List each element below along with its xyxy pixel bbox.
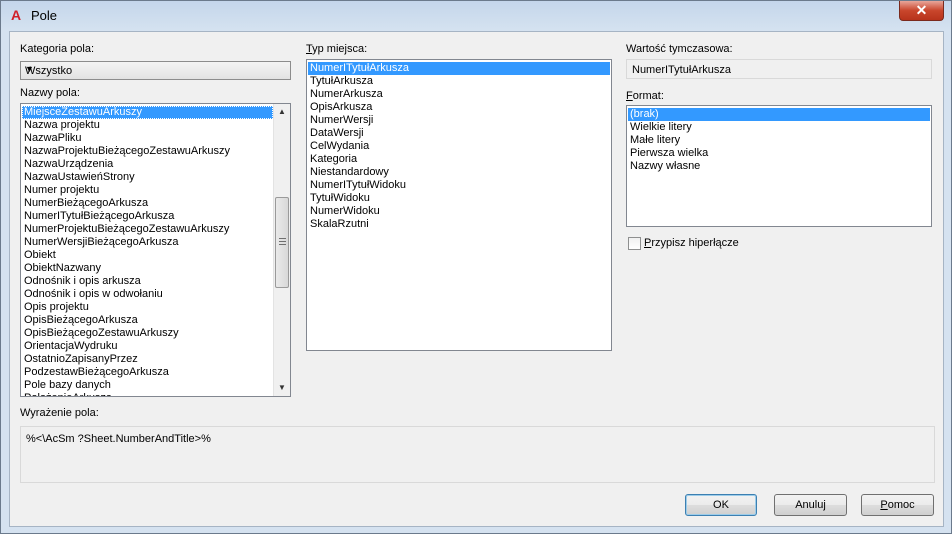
list-item[interactable]: PodzestawBieżącegoArkusza (22, 366, 273, 379)
list-item[interactable]: Odnośnik i opis w odwołaniu (22, 288, 273, 301)
help-button[interactable]: Pomoc (861, 494, 934, 516)
list-item[interactable]: Kategoria (308, 153, 610, 166)
scroll-thumb[interactable] (275, 197, 289, 288)
close-icon: ✕ (915, 2, 928, 18)
hyperlink-label[interactable]: Przypisz hiperłącze (644, 237, 739, 249)
close-button[interactable]: ✕ (899, 1, 944, 21)
list-item[interactable]: Pole bazy danych (22, 379, 273, 392)
list-item[interactable]: ObiektNazwany (22, 262, 273, 275)
autocad-a-icon: A (10, 7, 22, 23)
place-type-list[interactable]: NumerITytułArkusza TytułArkusza NumerArkus… (306, 59, 612, 351)
list-item[interactable]: OpisBieżącegoArkusza (22, 314, 273, 327)
list-item[interactable]: TytułWidoku (308, 192, 610, 205)
list-item[interactable]: NazwaUstawieńStrony (22, 171, 273, 184)
category-select[interactable]: Wszystko ▼ (20, 61, 291, 80)
list-item[interactable]: NumerITytułArkusza (308, 62, 610, 75)
list-item[interactable]: OstatnioZapisanyPrzez (22, 353, 273, 366)
field-names-list[interactable]: MiejsceZestawuArkuszy Nazwa projektu Nazwa… (20, 103, 291, 397)
list-item[interactable]: Odnośnik i opis arkusza (22, 275, 273, 288)
list-item[interactable]: Pierwsza wielka (628, 147, 930, 160)
list-item[interactable]: Wielkie litery (628, 121, 930, 134)
temp-value-text: NumerITytułArkusza (632, 64, 732, 76)
place-type-label: Typ miejsca: (306, 43, 367, 55)
list-item[interactable]: OpisArkusza (308, 101, 610, 114)
list-item[interactable]: NazwaPliku (22, 132, 273, 145)
temp-value-field: NumerITytułArkusza (626, 59, 932, 79)
expression-field[interactable]: %<\AcSm ?Sheet.NumberAndTitle>% (20, 426, 935, 483)
list-item[interactable]: PołożenieArkusza (22, 392, 273, 396)
list-item[interactable]: NumerBieżącegoArkusza (22, 197, 273, 210)
field-names-scrollbar[interactable]: ▲ ▼ (273, 104, 290, 396)
expression-label: Wyrażenie pola: (20, 407, 99, 419)
list-item[interactable]: MiejsceZestawuArkuszy (22, 106, 273, 119)
chevron-down-icon: ▼ (25, 64, 34, 74)
list-item[interactable]: NumerITytułBieżącegoArkusza (22, 210, 273, 223)
list-item[interactable]: OrientacjaWydruku (22, 340, 273, 353)
place-type-label-rest: yp miejsca: (312, 43, 368, 55)
hyperlink-checkbox[interactable] (628, 237, 641, 250)
list-item[interactable]: NumerProjektuBieżącegoZestawuArkuszy (22, 223, 273, 236)
format-label: Format: (626, 90, 664, 102)
field-names-label: Nazwy pola: (20, 87, 80, 99)
window-title: Pole (31, 8, 58, 23)
list-item[interactable]: (brak) (628, 108, 930, 121)
title-bar[interactable]: A Pole ✕ (1, 1, 951, 31)
scroll-up-icon[interactable]: ▲ (274, 104, 290, 120)
hyperlink-label-rest: rzypisz hiperłącze (651, 237, 739, 249)
list-item[interactable]: NumerITytułWidoku (308, 179, 610, 192)
category-label: Kategoria pola: (20, 43, 94, 55)
format-label-initial: F (626, 90, 633, 102)
expression-text: %<\AcSm ?Sheet.NumberAndTitle>% (26, 433, 211, 445)
list-item[interactable]: SkalaRzutni (308, 218, 610, 231)
help-button-rest: omoc (887, 499, 915, 511)
list-item[interactable]: DataWersji (308, 127, 610, 140)
list-item[interactable]: Nazwa projektu (22, 119, 273, 132)
list-item[interactable]: NumerWidoku (308, 205, 610, 218)
format-list[interactable]: (brak) Wielkie litery Małe litery Pierwsza … (626, 105, 932, 227)
temp-value-label: Wartość tymczasowa: (626, 43, 733, 55)
list-item[interactable]: Opis projektu (22, 301, 273, 314)
list-item[interactable]: TytułArkusza (308, 75, 610, 88)
list-item[interactable]: NazwaProjektuBieżącegoZestawuArkuszy (22, 145, 273, 158)
field-dialog: A Pole ✕ Kategoria pola: Wszystko ▼ Nazw… (0, 0, 952, 534)
list-item[interactable]: OpisBieżącegoZestawuArkuszy (22, 327, 273, 340)
list-item[interactable]: NumerArkusza (308, 88, 610, 101)
help-button-initial: P (880, 499, 888, 511)
list-item[interactable]: Małe litery (628, 134, 930, 147)
list-item[interactable]: NumerWersji (308, 114, 610, 127)
list-item[interactable]: Niestandardowy (308, 166, 610, 179)
cancel-button[interactable]: Anuluj (774, 494, 847, 516)
dialog-body: Kategoria pola: Wszystko ▼ Nazwy pola: M… (9, 31, 944, 527)
scroll-down-icon[interactable]: ▼ (274, 380, 290, 396)
list-item[interactable]: NazwaUrządzenia (22, 158, 273, 171)
ok-button[interactable]: OK (685, 494, 757, 516)
list-item[interactable]: Obiekt (22, 249, 273, 262)
list-item[interactable]: CelWydania (308, 140, 610, 153)
format-label-rest: ormat: (632, 90, 664, 102)
list-item[interactable]: NumerWersjiBieżącegoArkusza (22, 236, 273, 249)
list-item[interactable]: Nazwy własne (628, 160, 930, 173)
list-item[interactable]: Numer projektu (22, 184, 273, 197)
